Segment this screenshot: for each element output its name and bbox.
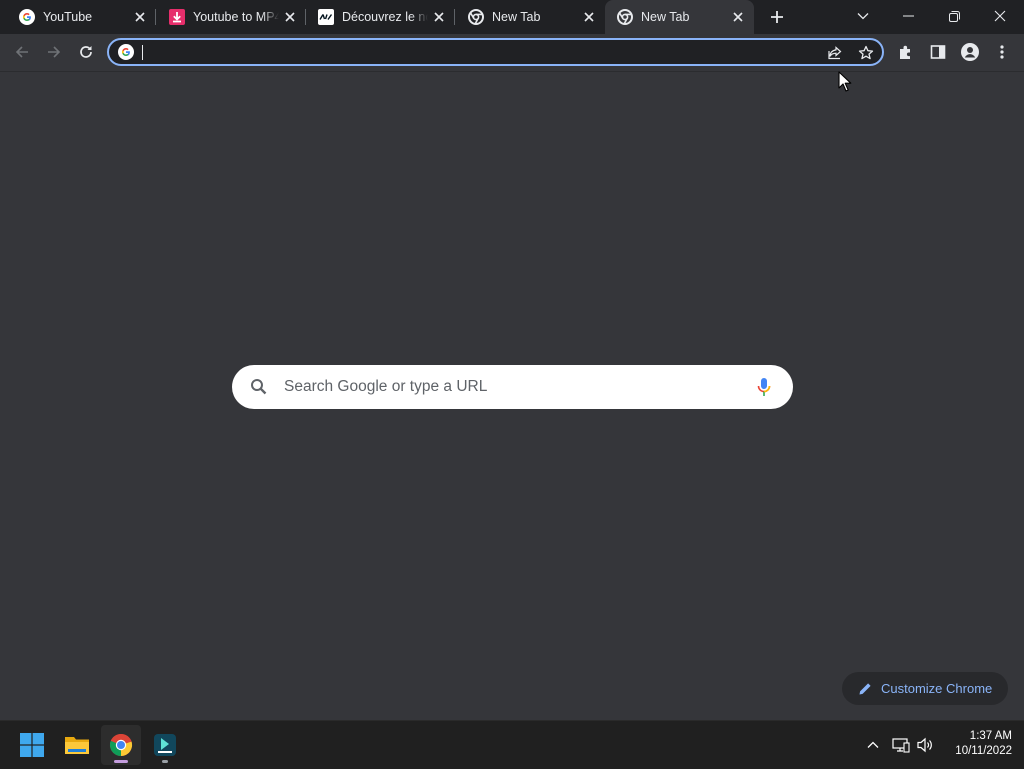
microphone-icon[interactable] [754,376,774,398]
tab-decouvrez[interactable]: Découvrez le no [306,0,455,34]
chevron-down-icon [857,13,869,20]
search-icon [251,379,267,395]
tab-separator [155,9,156,25]
clock[interactable]: 1:37 AM 10/11/2022 [940,729,1012,759]
toolbar [0,34,1024,72]
tab-title: New Tab [492,10,541,24]
file-explorer-button[interactable] [57,725,97,765]
reload-icon [80,46,92,58]
address-bar[interactable] [107,38,884,66]
tab-youtube-to-mp4[interactable]: Youtube to MP4 [157,0,306,34]
clock-time: 1:37 AM [969,730,1012,742]
network-button[interactable] [890,733,912,757]
forward-button[interactable] [40,38,68,66]
address-input[interactable] [141,42,781,62]
start-icon [20,733,44,757]
media-app-button[interactable] [145,725,185,765]
pencil-icon [859,683,871,695]
download-arrow-icon [169,9,185,25]
text-caret [142,45,143,60]
restore-icon [948,10,960,22]
file-explorer-icon [65,737,89,754]
close-window-button[interactable] [978,0,1022,32]
volume-button[interactable] [914,733,936,757]
running-indicator [114,760,128,763]
reload-button[interactable] [72,38,100,66]
tab-title: Youtube to MP4 [193,10,279,24]
extensions-button[interactable] [892,38,920,66]
google-g-icon [19,9,35,25]
mouse-cursor-icon [838,71,852,92]
bookmark-star-icon[interactable] [856,43,876,63]
tab-strip: YouTube Youtube to MP4 Découvrez le no N… [0,0,1024,34]
network-icon [892,738,910,753]
start-button[interactable] [12,725,52,765]
tab-new-tab-active[interactable]: New Tab [605,0,754,34]
close-icon[interactable] [730,9,746,25]
chevron-up-icon [867,741,879,748]
puzzle-icon [900,45,910,59]
avatar-icon [961,43,979,61]
tab-title: YouTube [43,10,93,24]
media-app-icon [154,734,176,756]
side-panel-icon [930,45,946,59]
google-g-icon [118,44,134,60]
close-icon[interactable] [282,9,298,25]
arrow-left-icon [15,46,28,58]
running-indicator [162,760,168,763]
taskbar: 1:37 AM 10/11/2022 [0,720,1024,769]
tab-search-button[interactable] [841,0,885,32]
close-icon[interactable] [431,9,447,25]
kebab-menu-icon [1000,45,1004,59]
customize-label: Customize Chrome [881,681,993,696]
restore-button[interactable] [932,0,976,32]
plus-icon [771,11,783,23]
back-button[interactable] [8,38,36,66]
clock-date: 10/11/2022 [955,745,1012,757]
new-tab-button[interactable] [766,6,788,28]
profile-button[interactable] [956,38,984,66]
ntp-search-box[interactable]: Search Google or type a URL [232,365,793,409]
search-placeholder: Search Google or type a URL [284,378,488,395]
customize-chrome-button[interactable]: Customize Chrome [842,672,1008,705]
tab-separator [454,9,455,25]
show-hidden-icons-button[interactable] [862,733,884,757]
speaker-icon [917,737,932,753]
chrome-taskbar-button[interactable] [101,725,141,765]
chrome-icon [617,9,633,25]
chrome-icon [468,9,484,25]
minimize-button[interactable] [886,0,930,32]
minimize-icon [902,15,914,17]
close-icon[interactable] [132,9,148,25]
share-icon[interactable] [825,43,845,63]
arrow-right-icon [48,46,61,58]
chrome-icon [109,733,133,757]
kia-logo-icon [318,9,334,25]
side-panel-button[interactable] [924,38,952,66]
menu-button[interactable] [988,38,1016,66]
tab-new-tab[interactable]: New Tab [456,0,605,34]
tab-title: New Tab [641,10,690,24]
tab-youtube[interactable]: YouTube [7,0,156,34]
tab-title: Découvrez le no [342,10,428,24]
close-icon[interactable] [581,9,597,25]
close-icon [994,10,1006,22]
